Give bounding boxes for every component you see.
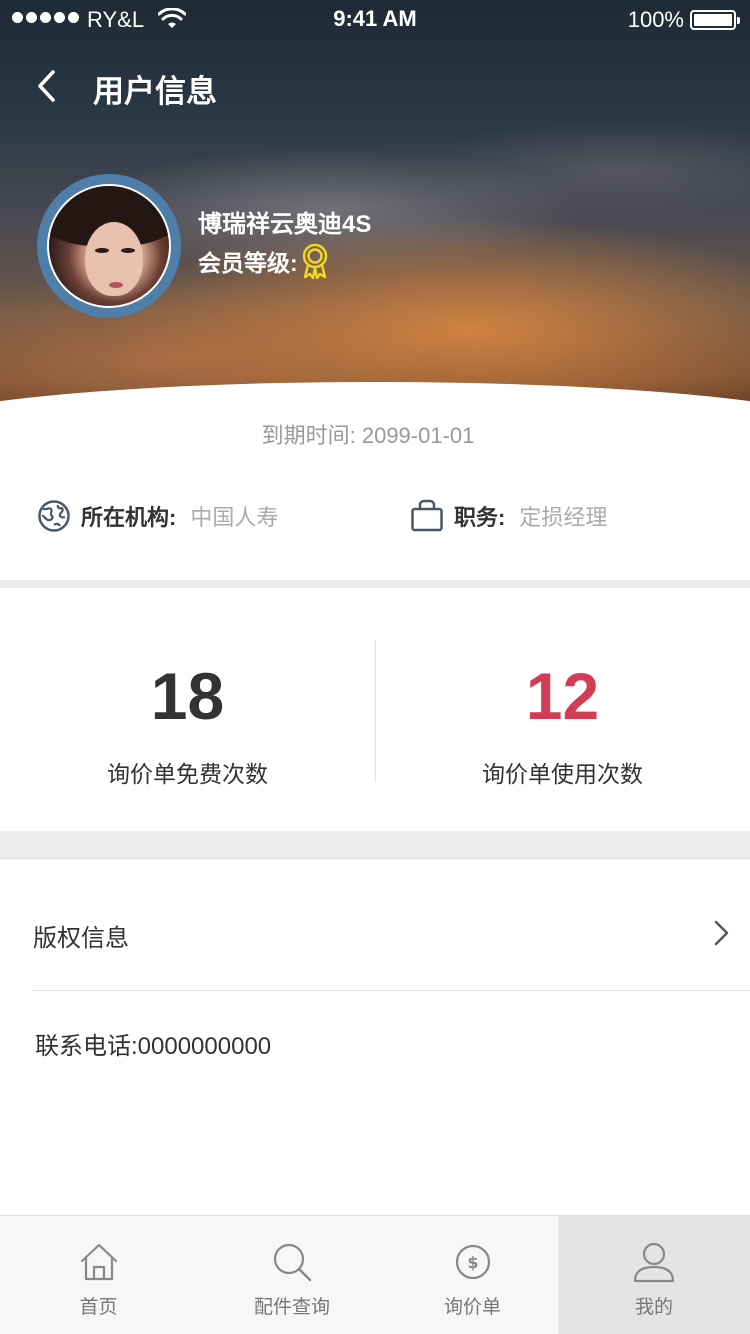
free-quotes-count: 18 <box>150 659 225 733</box>
battery-percentage: 100% <box>627 7 684 32</box>
organization-info: 所在机构: 中国人寿 <box>37 494 278 538</box>
used-quotes-stat: 12 询价单使用次数 <box>375 588 750 831</box>
role-value: 定损经理 <box>519 505 608 530</box>
navigation-bar: 用户信息 <box>0 40 750 128</box>
contact-phone: 联系电话:0000000000 <box>35 1033 272 1060</box>
tab-home-label: 首页 <box>79 1297 118 1318</box>
page-title: 用户信息 <box>93 74 217 109</box>
chevron-left-icon <box>38 70 55 102</box>
quote-stats: 18 询价单免费次数 12 询价单使用次数 <box>0 588 750 831</box>
tab-parts-search-label: 配件查询 <box>253 1297 330 1318</box>
member-level-label: 会员等级: <box>198 250 298 276</box>
copyright-info-row[interactable]: 版权信息 <box>0 860 750 992</box>
member-level: 会员等级: <box>198 243 330 279</box>
organization-value: 中国人寿 <box>190 505 279 530</box>
globe-icon <box>38 500 70 532</box>
tab-parts-search[interactable]: 配件查询 <box>197 1216 387 1334</box>
user-icon <box>633 1242 675 1283</box>
tab-mine-label: 我的 <box>634 1297 673 1318</box>
free-quotes-stat: 18 询价单免费次数 <box>0 588 375 831</box>
tab-mine[interactable]: 我的 <box>558 1216 750 1334</box>
chevron-right-icon <box>714 920 729 946</box>
expiry-date: 到期时间: 2099-01-01 <box>0 418 736 450</box>
dollar-circle-icon: $ <box>455 1244 490 1280</box>
section-divider <box>0 580 750 588</box>
company-name: 博瑞祥云奥迪4S <box>198 211 372 238</box>
used-quotes-count: 12 <box>525 659 600 733</box>
expiry-value: 2099-01-01 <box>361 423 475 448</box>
tab-home[interactable]: 首页 <box>0 1216 197 1334</box>
expiry-label: 到期时间: <box>261 423 356 448</box>
section-divider <box>0 831 750 859</box>
organization-label: 所在机构: <box>81 505 177 530</box>
back-button[interactable] <box>22 62 70 110</box>
copyright-info-label: 版权信息 <box>33 925 129 952</box>
avatar-frame[interactable] <box>37 174 181 318</box>
svg-text:$: $ <box>467 1253 478 1272</box>
role-label: 职务: <box>454 505 506 530</box>
role-info: 职务: 定损经理 <box>410 494 607 538</box>
tab-quotes-label: 询价单 <box>443 1297 501 1318</box>
status-bar: RY&L 9:41 AM 100% <box>0 0 750 40</box>
home-icon <box>80 1243 117 1281</box>
briefcase-icon <box>411 499 443 532</box>
org-role-row: 所在机构: 中国人寿 职务: 定损经理 <box>0 494 750 538</box>
row-divider <box>33 990 750 991</box>
contact-phone-row: 联系电话:0000000000 <box>0 992 750 1102</box>
free-quotes-label: 询价单免费次数 <box>107 761 268 787</box>
search-icon <box>273 1243 312 1282</box>
medal-icon <box>302 243 327 279</box>
battery-icon <box>690 10 740 30</box>
avatar <box>47 184 171 308</box>
used-quotes-label: 询价单使用次数 <box>482 761 643 787</box>
tab-quotes[interactable]: $ 询价单 <box>387 1216 558 1334</box>
tab-bar: 首页 配件查询 $ 询价单 我的 <box>0 1215 750 1334</box>
